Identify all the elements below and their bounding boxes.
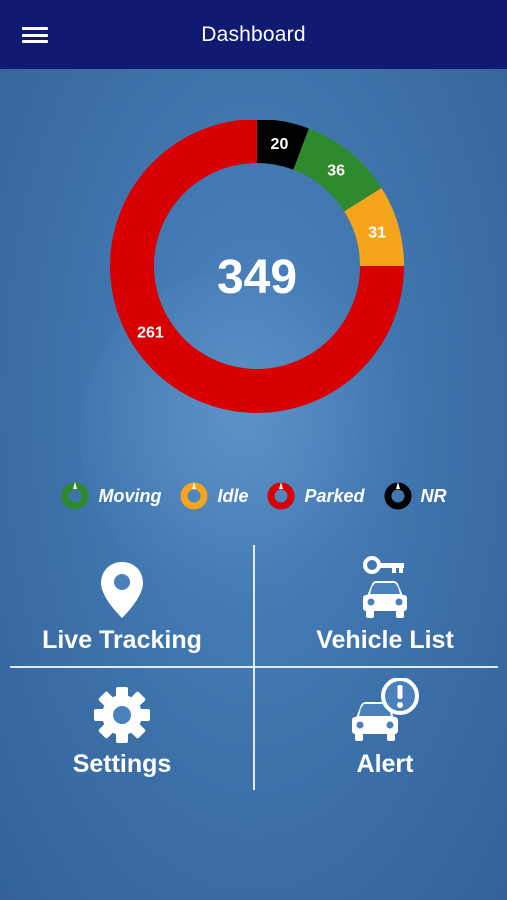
legend-label-parked: Parked	[304, 485, 365, 506]
vehicle-list-label: Vehicle List	[316, 626, 454, 654]
idle-legend-icon	[180, 482, 208, 510]
donut-label-moving: 36	[327, 162, 345, 179]
parked-legend-icon	[267, 482, 295, 510]
dashboard-menu-grid: Live Tracking Vehicle List Settings Aler…	[0, 545, 507, 793]
nr-legend-icon	[384, 482, 412, 510]
alert-button[interactable]: Alert	[265, 669, 505, 787]
gear-icon	[94, 687, 150, 743]
donut-label-nr: 20	[271, 136, 289, 153]
map-pin-icon	[101, 562, 143, 618]
app-header: Dashboard	[0, 0, 507, 69]
car-key-icon	[363, 556, 407, 618]
legend-label-idle: Idle	[217, 485, 249, 506]
settings-label: Settings	[72, 750, 172, 778]
legend-item-idle: Idle	[179, 481, 248, 511]
car-alert-icon	[352, 678, 419, 741]
live-tracking-label: Live Tracking	[42, 626, 202, 654]
donut-label-idle: 31	[368, 224, 386, 241]
legend-label-moving: Moving	[98, 485, 162, 506]
legend-label-nr: NR	[420, 485, 447, 506]
alert-label: Alert	[356, 750, 414, 778]
settings-button[interactable]: Settings	[2, 669, 242, 787]
chart-legend: Moving Idle Parked NR	[0, 480, 507, 512]
hamburger-menu-icon[interactable]	[22, 24, 48, 46]
grid-divider-horizontal	[10, 666, 498, 668]
legend-item-nr: NR	[383, 481, 447, 511]
vehicle-list-button[interactable]: Vehicle List	[265, 545, 505, 663]
moving-legend-icon	[61, 482, 89, 510]
vehicle-status-donut-chart: 20 36 31 261 349	[110, 120, 405, 413]
total-vehicles-count: 349	[217, 251, 297, 304]
donut-label-parked: 261	[137, 324, 164, 341]
legend-item-parked: Parked	[266, 481, 365, 511]
legend-item-moving: Moving	[60, 481, 161, 511]
live-tracking-button[interactable]: Live Tracking	[2, 545, 242, 663]
page-title: Dashboard	[201, 22, 306, 46]
